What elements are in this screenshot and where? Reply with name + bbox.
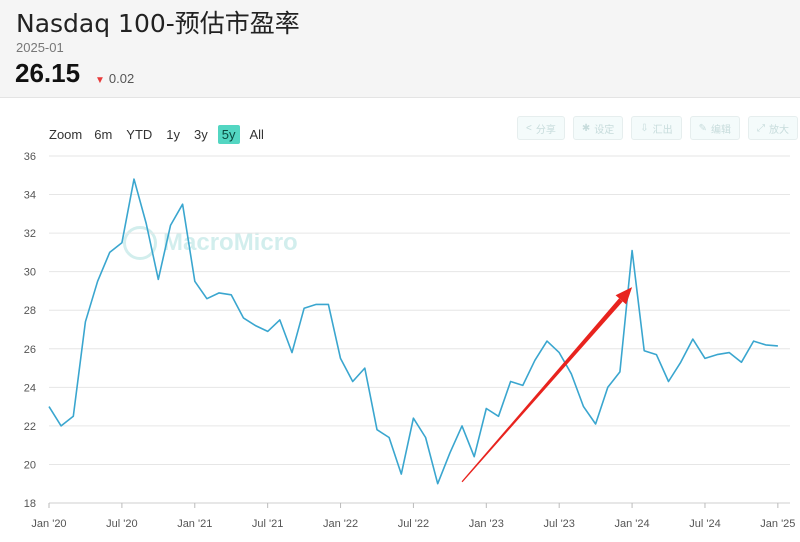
y-tick-label: 32 xyxy=(24,228,36,240)
x-tick-label: Jul '24 xyxy=(689,518,720,530)
data-point xyxy=(666,379,670,383)
data-point xyxy=(168,223,172,227)
data-point xyxy=(290,350,294,354)
data-point xyxy=(508,379,512,383)
x-tick-label: Jan '23 xyxy=(469,518,504,530)
data-point xyxy=(193,279,197,283)
x-tick-label: Jul '21 xyxy=(252,518,283,530)
data-point xyxy=(739,360,743,364)
data-point xyxy=(521,383,525,387)
data-point xyxy=(205,296,209,300)
data-point xyxy=(363,366,367,370)
data-point xyxy=(581,404,585,408)
data-point xyxy=(764,343,768,347)
data-point xyxy=(460,424,464,428)
data-point xyxy=(436,482,440,486)
data-point xyxy=(606,385,610,389)
data-point xyxy=(120,241,124,245)
data-point xyxy=(314,302,318,306)
series xyxy=(47,177,780,486)
data-point xyxy=(557,350,561,354)
data-point xyxy=(472,455,476,459)
data-point xyxy=(423,435,427,439)
data-point xyxy=(678,360,682,364)
data-point xyxy=(132,177,136,181)
data-point xyxy=(715,352,719,356)
data-point xyxy=(533,358,537,362)
series-line xyxy=(48,178,778,485)
data-point xyxy=(326,302,330,306)
data-point xyxy=(642,349,646,353)
data-point xyxy=(71,414,75,418)
y-tick-label: 22 xyxy=(24,421,36,433)
x-tick-label: Jan '22 xyxy=(323,518,358,530)
data-point xyxy=(375,428,379,432)
y-axis: 18 20 22 24 26 28 30 32 34 36 xyxy=(24,151,36,510)
data-point xyxy=(776,344,780,348)
red-arrow-annotation xyxy=(461,287,633,483)
data-point xyxy=(229,293,233,297)
y-tick-label: 28 xyxy=(24,305,36,317)
data-point xyxy=(338,356,342,360)
data-point xyxy=(654,352,658,356)
data-point xyxy=(180,202,184,206)
y-tick-label: 24 xyxy=(24,382,36,394)
x-tick-label: Jan '21 xyxy=(177,518,212,530)
line-chart: 18202224262830323436 Jan '20 Jul '20 Jan '… xyxy=(24,151,796,530)
x-tick-label: Jul '20 xyxy=(106,518,137,530)
grid-lines xyxy=(49,155,790,504)
data-point xyxy=(593,422,597,426)
x-tick-label: Jul '23 xyxy=(543,518,574,530)
data-point xyxy=(83,320,87,324)
data-point xyxy=(253,323,257,327)
data-point xyxy=(411,416,415,420)
data-point xyxy=(350,379,354,383)
data-point xyxy=(727,350,731,354)
data-point xyxy=(302,306,306,310)
x-tick-label: Jan '20 xyxy=(31,518,66,530)
data-point xyxy=(618,370,622,374)
data-point xyxy=(387,435,391,439)
data-point xyxy=(630,248,634,252)
data-point xyxy=(217,291,221,295)
y-tick-label: 30 xyxy=(24,267,36,279)
x-tick-label: Jan '25 xyxy=(760,518,795,530)
data-point xyxy=(484,406,488,410)
x-tick-label: Jul '22 xyxy=(398,518,429,530)
y-tick-label: 36 xyxy=(24,151,36,163)
data-point xyxy=(265,329,269,333)
data-point xyxy=(569,372,573,376)
data-point xyxy=(47,404,51,408)
data-point xyxy=(95,279,99,283)
data-point xyxy=(751,339,755,343)
y-tick-label: 26 xyxy=(24,344,36,356)
y-tick-label: 34 xyxy=(24,190,36,202)
data-point xyxy=(241,316,245,320)
data-point xyxy=(108,250,112,254)
annotations xyxy=(461,287,633,483)
data-point xyxy=(545,339,549,343)
data-point xyxy=(144,221,148,225)
arrow-shaft xyxy=(461,298,623,483)
data-point xyxy=(448,451,452,455)
data-point xyxy=(496,414,500,418)
data-point xyxy=(399,472,403,476)
data-point xyxy=(156,277,160,281)
x-tick-label: Jan '24 xyxy=(615,518,650,530)
y-tick-label: 20 xyxy=(24,459,36,471)
data-point xyxy=(278,318,282,322)
x-axis: Jan '20 Jul '20 Jan '21 Jul '21 Jan '22 Jul '… xyxy=(31,503,795,530)
y-tick-label: 18 xyxy=(24,498,36,510)
data-point xyxy=(703,356,707,360)
data-point xyxy=(691,337,695,341)
data-point xyxy=(59,424,63,428)
